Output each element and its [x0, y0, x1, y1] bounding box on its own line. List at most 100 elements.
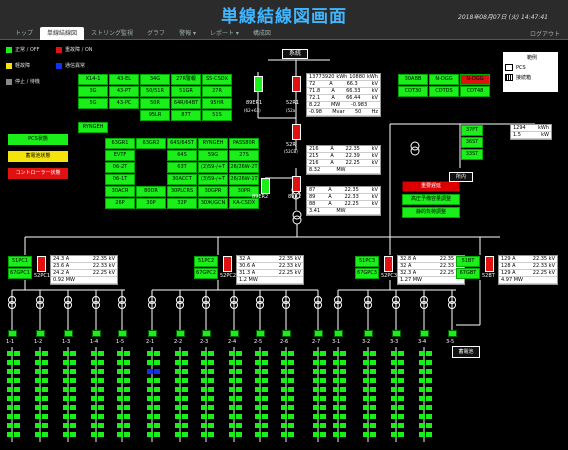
- junction-box-icon[interactable]: [313, 369, 319, 374]
- junction-box-icon[interactable]: [320, 378, 326, 383]
- panel-b-cell[interactable]: 26/26W-1T: [229, 174, 259, 185]
- junction-box-icon[interactable]: [320, 387, 326, 392]
- junction-box-icon[interactable]: [426, 414, 432, 419]
- junction-box-icon[interactable]: [91, 351, 97, 356]
- junction-box-icon[interactable]: [98, 414, 104, 419]
- junction-box-icon[interactable]: [70, 432, 76, 437]
- junction-box-icon[interactable]: [426, 378, 432, 383]
- junction-box-icon[interactable]: [7, 423, 13, 428]
- junction-box-icon[interactable]: [7, 360, 13, 365]
- junction-box-icon[interactable]: [391, 378, 397, 383]
- panel-b-cell[interactable]: 30GPR: [198, 186, 228, 197]
- panel-a-cell[interactable]: SS-CSDX: [202, 74, 232, 85]
- junction-box-icon[interactable]: [370, 360, 376, 365]
- junction-box-icon[interactable]: [255, 387, 261, 392]
- junction-box-icon[interactable]: [147, 396, 153, 401]
- junction-box-icon[interactable]: [147, 423, 153, 428]
- junction-box-icon[interactable]: [154, 351, 160, 356]
- junction-box-icon[interactable]: [363, 396, 369, 401]
- junction-box-icon[interactable]: [320, 351, 326, 356]
- junction-box-icon[interactable]: [42, 387, 48, 392]
- junction-box-icon[interactable]: [398, 387, 404, 392]
- junction-box-icon[interactable]: [70, 414, 76, 419]
- junction-box-icon[interactable]: [70, 378, 76, 383]
- junction-box-icon[interactable]: [391, 405, 397, 410]
- junction-box-icon[interactable]: [154, 405, 160, 410]
- pcs-unit-icon[interactable]: [8, 330, 17, 337]
- junction-box-icon[interactable]: [182, 351, 188, 356]
- junction-box-icon[interactable]: [333, 396, 339, 401]
- junction-box-icon[interactable]: [229, 351, 235, 356]
- junction-box-icon[interactable]: [201, 405, 207, 410]
- junction-box-icon[interactable]: [398, 396, 404, 401]
- junction-box-icon[interactable]: [154, 414, 160, 419]
- junction-box-icon[interactable]: [14, 405, 20, 410]
- junction-box-icon[interactable]: [313, 351, 319, 356]
- hv-reserve-button[interactable]: 高圧予備容量調整: [402, 194, 460, 205]
- panel-b-cell[interactable]: 59G: [198, 150, 228, 161]
- panel-a-cell[interactable]: RYNGEH: [78, 122, 108, 133]
- junction-box-icon[interactable]: [208, 432, 214, 437]
- junction-box-icon[interactable]: [340, 378, 346, 383]
- panel-b-cell[interactable]: RYNGEH: [198, 138, 228, 149]
- junction-box-icon[interactable]: [201, 360, 207, 365]
- junction-box-icon[interactable]: [208, 387, 214, 392]
- junction-box-icon[interactable]: [42, 378, 48, 383]
- junction-box-icon[interactable]: [124, 369, 130, 374]
- junction-box-icon[interactable]: [398, 432, 404, 437]
- junction-box-icon[interactable]: [117, 414, 123, 419]
- panel-b-cell[interactable]: 63GR1: [105, 138, 135, 149]
- junction-box-icon[interactable]: [281, 378, 287, 383]
- junction-box-icon[interactable]: [175, 351, 181, 356]
- pcs-unit-icon[interactable]: [118, 330, 127, 337]
- junction-box-icon[interactable]: [70, 387, 76, 392]
- junction-box-icon[interactable]: [288, 432, 294, 437]
- junction-box-icon[interactable]: [398, 405, 404, 410]
- junction-box-icon[interactable]: [91, 396, 97, 401]
- junction-box-icon[interactable]: [182, 405, 188, 410]
- panel-b-cell[interactable]: 30ACCT: [167, 174, 197, 185]
- junction-box-icon[interactable]: [70, 369, 76, 374]
- junction-box-icon[interactable]: [340, 360, 346, 365]
- junction-box-icon[interactable]: [70, 405, 76, 410]
- junction-box-icon[interactable]: [262, 360, 268, 365]
- junction-box-icon[interactable]: [236, 351, 242, 356]
- junction-box-icon[interactable]: [98, 351, 104, 356]
- junction-box-icon[interactable]: [70, 423, 76, 428]
- junction-box-icon[interactable]: [201, 378, 207, 383]
- junction-box-icon[interactable]: [288, 351, 294, 356]
- junction-box-icon[interactable]: [391, 423, 397, 428]
- junction-box-icon[interactable]: [236, 432, 242, 437]
- junction-box-icon[interactable]: [147, 360, 153, 365]
- junction-box-icon[interactable]: [14, 414, 20, 419]
- switch-52r1[interactable]: [292, 76, 301, 92]
- junction-box-icon[interactable]: [124, 360, 130, 365]
- junction-box-icon[interactable]: [288, 423, 294, 428]
- junction-box-icon[interactable]: [147, 351, 153, 356]
- junction-box-icon[interactable]: [313, 378, 319, 383]
- pcs-unit-icon[interactable]: [314, 330, 323, 337]
- junction-box-icon[interactable]: [147, 378, 153, 383]
- junction-box-icon[interactable]: [63, 360, 69, 365]
- junction-box-icon[interactable]: [363, 405, 369, 410]
- junction-box-icon[interactable]: [208, 405, 214, 410]
- junction-box-icon[interactable]: [175, 414, 181, 419]
- junction-box-icon[interactable]: [262, 387, 268, 392]
- junction-box-icon[interactable]: [363, 378, 369, 383]
- junction-box-icon[interactable]: [281, 432, 287, 437]
- right-panel-cell[interactable]: 30ABB: [398, 74, 428, 85]
- junction-box-icon[interactable]: [35, 360, 41, 365]
- junction-box-icon[interactable]: [262, 432, 268, 437]
- feeder-relay-2[interactable]: 67GPC2: [194, 268, 218, 279]
- junction-box-icon[interactable]: [147, 405, 153, 410]
- panel-a-cell[interactable]: 95LR: [140, 110, 170, 121]
- junction-box-icon[interactable]: [63, 387, 69, 392]
- junction-box-icon[interactable]: [7, 369, 13, 374]
- junction-box-icon[interactable]: [313, 414, 319, 419]
- panel-a-cell[interactable]: 43-PC: [109, 98, 139, 109]
- priority-delay-button[interactable]: 重要遅延: [402, 181, 460, 192]
- junction-box-icon[interactable]: [229, 423, 235, 428]
- junction-box-icon[interactable]: [398, 369, 404, 374]
- junction-box-icon[interactable]: [370, 369, 376, 374]
- junction-box-icon[interactable]: [208, 369, 214, 374]
